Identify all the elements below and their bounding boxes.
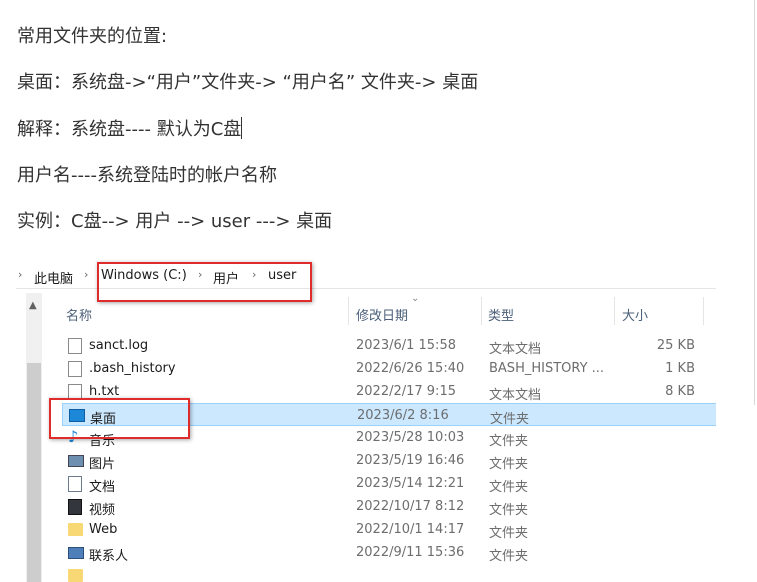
column-header-modified[interactable]: 修改日期 [356,297,481,325]
page-edge-divider [754,0,755,405]
file-row-documents[interactable]: 文档 2023/5/14 12:21 文件夹 [62,472,716,495]
file-row-contacts[interactable]: 联系人 2022/9/11 15:36 文件夹 [62,541,716,564]
file-modified: 2022/6/26 15:40 [356,361,465,376]
file-type: 文件夹 [489,503,529,518]
column-header-name-label: 名称 [66,309,93,324]
doc-line-username: 用户名----系统登陆时的帐户名称 [17,165,277,186]
file-name: 文档 [89,480,116,495]
file-name: 视频 [89,503,116,518]
file-name: 图片 [89,457,116,472]
chevron-right-icon: › [18,268,23,281]
file-size: 25 KB [656,338,695,353]
column-header-size[interactable]: 大小 [622,297,702,325]
file-modified: 2022/10/1 14:17 [356,522,465,537]
file-name: .bash_history [89,361,176,376]
column-divider[interactable] [348,297,349,325]
file-type: 文件夹 [490,412,530,427]
column-header-type[interactable]: 类型 [488,297,613,325]
file-icon [68,338,82,354]
column-divider[interactable] [703,297,704,325]
documents-icon [68,476,82,492]
file-type: 文件夹 [489,526,529,541]
file-type: BASH_HISTORY ... [489,361,605,376]
file-modified: 2023/5/19 16:46 [356,453,465,468]
file-modified: 2022/2/17 9:15 [356,384,456,399]
chevron-right-icon: › [84,268,89,281]
column-divider[interactable] [614,297,615,325]
folder-icon [68,523,83,536]
contacts-icon [68,547,84,559]
breadcrumb-this-pc[interactable]: 此电脑 [34,268,73,287]
file-name: h.txt [89,384,120,399]
doc-line-desktop-path: 桌面：系统盘->“用户”文件夹-> “用户名” 文件夹-> 桌面 [17,72,479,93]
scroll-up-arrow-icon[interactable]: ▲ [29,300,37,311]
file-size: 1 KB [665,361,695,376]
file-name: 联系人 [89,549,129,564]
file-row-sanct-log[interactable]: sanct.log 2023/6/1 15:58 文本文档 25 KB [62,334,716,357]
file-modified: 2023/5/14 12:21 [356,476,465,491]
file-modified: 2023/6/2 8:16 [357,408,449,423]
column-divider[interactable] [481,297,482,325]
file-type: 文件夹 [489,549,529,564]
file-row-videos[interactable]: 视频 2022/10/17 8:12 文件夹 [62,495,716,518]
file-name: sanct.log [89,338,149,353]
folder-icon [68,569,83,582]
file-row-partial[interactable] [62,564,716,582]
file-type: 文件夹 [489,434,529,449]
file-modified: 2023/6/1 15:58 [356,338,456,353]
column-header-modified-label: 修改日期 [356,309,409,324]
file-icon [68,361,82,377]
column-header-size-label: 大小 [622,309,649,324]
file-row-pictures[interactable]: 图片 2023/5/19 16:46 文件夹 [62,449,716,472]
file-row-bash-history[interactable]: .bash_history 2022/6/26 15:40 BASH_HISTO… [62,357,716,380]
file-modified: 2022/9/11 15:36 [356,545,465,560]
video-icon [68,499,82,515]
highlight-box-desktop [49,398,190,439]
doc-line-example: 实例：C盘--> 用户 --> user ---> 桌面 [17,211,333,232]
doc-line-explanation: 解释：系统盘---- 默认为C盘 [17,117,243,142]
file-type: 文件夹 [489,480,529,495]
column-header-type-label: 类型 [488,309,515,324]
file-modified: 2023/5/28 10:03 [356,430,465,445]
scrollbar-thumb[interactable] [27,363,41,582]
doc-line-explanation-text: 解释：系统盘---- 默认为C盘 [17,119,242,140]
file-name: Web [89,522,118,537]
doc-heading: 常用文件夹的位置: [17,26,168,47]
file-type: 文本文档 [489,388,542,403]
file-type: 文本文档 [489,342,542,357]
text-caret [241,117,243,139]
highlight-box-address [97,262,312,302]
file-modified: 2022/10/17 8:12 [356,499,465,514]
file-type: 文件夹 [489,457,529,472]
file-size: 8 KB [665,384,695,399]
pictures-icon [68,455,84,467]
file-row-web[interactable]: Web 2022/10/1 14:17 文件夹 [62,518,716,541]
